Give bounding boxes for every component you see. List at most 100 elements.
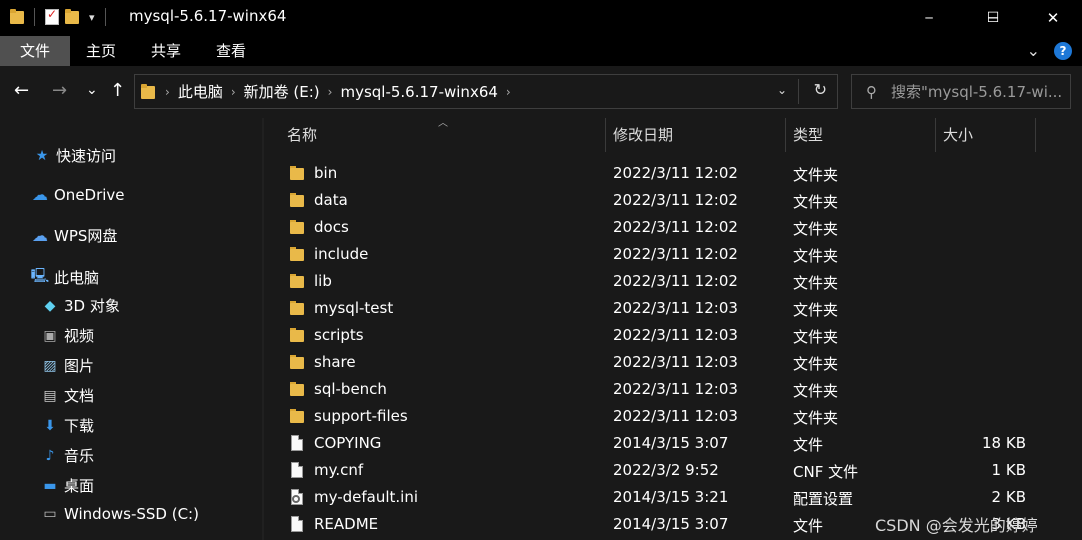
star-icon: ★ [35, 147, 49, 164]
sidebar-item-3d-objects[interactable]: ◆ 3D 对象 [40, 295, 120, 316]
file-name: bin [314, 164, 338, 182]
file-type: 文件夹 [793, 355, 839, 373]
file-type: 文件夹 [793, 274, 839, 292]
file-name: include [314, 245, 369, 263]
recent-locations-icon[interactable]: ⌄ [86, 82, 98, 98]
breadcrumb-drive[interactable]: 新加卷 (E:) [244, 81, 320, 102]
sidebar-item-label: 3D 对象 [64, 297, 120, 315]
table-row[interactable]: share 2022/3/11 12:03 文件夹 [264, 348, 1082, 375]
folder-icon [10, 9, 24, 25]
folder-icon [290, 300, 304, 316]
tab-file[interactable]: 文件 [0, 36, 70, 66]
file-name: support-files [314, 407, 408, 425]
table-row[interactable]: bin 2022/3/11 12:02 文件夹 [264, 159, 1082, 186]
divider [798, 79, 799, 104]
file-type: 文件夹 [793, 301, 839, 319]
sidebar-item-label: 桌面 [64, 477, 95, 495]
table-row[interactable]: docs 2022/3/11 12:02 文件夹 [264, 213, 1082, 240]
file-type: CNF 文件 [793, 463, 859, 481]
column-divider[interactable] [605, 118, 606, 152]
sidebar-item-videos[interactable]: ▣ 视频 [40, 325, 94, 346]
folder-icon [290, 219, 304, 235]
column-header-name[interactable]: 名称 [287, 118, 317, 152]
sidebar-item-this-pc[interactable]: 🖳 此电脑 [30, 265, 99, 289]
table-row[interactable]: mysql-test 2022/3/11 12:03 文件夹 [264, 294, 1082, 321]
refresh-icon[interactable]: ↻ [814, 80, 827, 99]
file-type: 文件夹 [793, 193, 839, 211]
table-row[interactable]: lib 2022/3/11 12:02 文件夹 [264, 267, 1082, 294]
sidebar-item-label: 下载 [64, 417, 95, 435]
table-row[interactable]: sql-bench 2022/3/11 12:03 文件夹 [264, 375, 1082, 402]
properties-icon[interactable] [45, 7, 59, 25]
customize-toolbar-icon[interactable]: ▾ [89, 11, 95, 24]
sidebar-item-label: 文档 [64, 387, 95, 405]
minimize-button-2[interactable]: ─ [906, 0, 952, 36]
sidebar-item-documents[interactable]: ▤ 文档 [40, 385, 94, 406]
back-icon[interactable]: ← [14, 80, 29, 101]
video-icon: ▣ [43, 327, 57, 344]
file-size: 1 KB [991, 461, 1026, 479]
file-name: sql-bench [314, 380, 387, 398]
file-type: 文件夹 [793, 247, 839, 265]
sidebar-item-quick-access[interactable]: ★ 快速访问 [32, 145, 116, 166]
sidebar-item-c-drive[interactable]: ▭ Windows-SSD (C:) [40, 505, 199, 523]
table-row[interactable]: data 2022/3/11 12:02 文件夹 [264, 186, 1082, 213]
chevron-right-icon[interactable]: › [506, 85, 511, 99]
sidebar-item-onedrive[interactable]: ☁ OneDrive [30, 185, 125, 204]
tab-view[interactable]: 查看 [216, 36, 246, 66]
file-modified: 2014/3/15 3:07 [613, 434, 729, 452]
sidebar-item-label: WPS网盘 [54, 227, 118, 245]
table-row[interactable]: scripts 2022/3/11 12:03 文件夹 [264, 321, 1082, 348]
sidebar-item-desktop[interactable]: ▬ 桌面 [40, 475, 94, 496]
ribbon: 文件 主页 共享 查看 ⌄ ? [0, 36, 1082, 66]
breadcrumb-this-pc[interactable]: 此电脑 [178, 81, 223, 102]
sidebar-item-downloads[interactable]: ⬇ 下载 [40, 415, 94, 436]
tab-home[interactable]: 主页 [86, 36, 116, 66]
address-bar[interactable]: › 此电脑 › 新加卷 (E:) › mysql-5.6.17-winx64 ›… [134, 74, 838, 109]
breadcrumb-folder[interactable]: mysql-5.6.17-winx64 [340, 83, 497, 101]
close-button[interactable]: ✕ [1030, 0, 1076, 36]
chevron-right-icon[interactable]: › [328, 85, 333, 99]
column-divider[interactable] [785, 118, 786, 152]
table-row[interactable]: include 2022/3/11 12:02 文件夹 [264, 240, 1082, 267]
column-divider[interactable] [935, 118, 936, 152]
column-header-modified[interactable]: 修改日期 [613, 118, 673, 152]
close-icon: ✕ [1046, 9, 1060, 27]
address-history-icon[interactable]: ⌄ [777, 83, 787, 97]
sidebar-item-label: 视频 [64, 327, 95, 345]
expand-ribbon-icon[interactable]: ⌄ [1027, 41, 1040, 60]
column-header-size[interactable]: 大小 [943, 118, 973, 152]
help-icon[interactable]: ? [1054, 41, 1072, 60]
chevron-right-icon[interactable]: › [165, 85, 170, 99]
file-type: 配置设置 [793, 490, 854, 508]
table-row[interactable]: my-default.ini 2014/3/15 3:21 配置设置 2 KB [264, 483, 1082, 510]
sidebar-item-music[interactable]: ♪ 音乐 [40, 445, 94, 466]
new-folder-icon[interactable] [65, 9, 79, 25]
column-divider[interactable] [1035, 118, 1036, 152]
column-header-type[interactable]: 类型 [793, 118, 823, 152]
sidebar-item-wps[interactable]: ☁ WPS网盘 [30, 225, 117, 246]
file-size: 18 KB [982, 434, 1026, 452]
sort-ascending-icon: ︿ [438, 118, 448, 129]
tab-share[interactable]: 共享 [151, 36, 181, 66]
folder-icon [290, 192, 304, 208]
sidebar-item-pictures[interactable]: ▨ 图片 [40, 355, 94, 376]
file-name: mysql-test [314, 299, 394, 317]
table-row[interactable]: my.cnf 2022/3/2 9:52 CNF 文件 1 KB [264, 456, 1082, 483]
folder-icon [290, 327, 304, 343]
up-icon[interactable]: ↑ [110, 80, 125, 101]
forward-icon[interactable]: → [52, 80, 67, 101]
file-type: 文件夹 [793, 382, 839, 400]
table-row[interactable]: COPYING 2014/3/15 3:07 文件 18 KB [264, 429, 1082, 456]
search-box[interactable]: ⚲ 搜索"mysql-5.6.17-wi... [851, 74, 1071, 109]
search-input[interactable]: 搜索"mysql-5.6.17-wi... [891, 81, 1062, 102]
file-modified: 2014/3/15 3:21 [613, 488, 729, 506]
table-row[interactable]: support-files 2022/3/11 12:03 文件夹 [264, 402, 1082, 429]
maximize-button[interactable]: ☐ [970, 0, 1016, 36]
search-icon: ⚲ [866, 82, 877, 101]
chevron-right-icon[interactable]: › [231, 85, 236, 99]
sidebar-item-label: 快速访问 [56, 147, 117, 165]
file-name: my-default.ini [314, 488, 419, 506]
file-icon [290, 462, 304, 478]
minimize-icon: ─ [925, 11, 933, 25]
